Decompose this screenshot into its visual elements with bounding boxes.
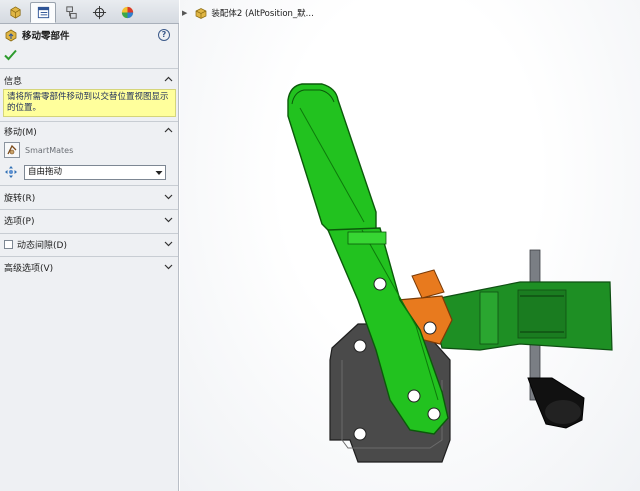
rotate-section-header[interactable]: 旋转(R): [4, 189, 176, 205]
crosshair-icon: [92, 5, 106, 20]
dynamic-clearance-label: 动态间隙(D): [17, 240, 67, 251]
configuration-icon: [65, 6, 77, 19]
property-manager-header: 移动零部件 ?: [0, 25, 178, 45]
move-mode-dropdown[interactable]: 自由拖动: [24, 164, 166, 180]
move-section-label: 移动(M): [4, 127, 37, 138]
feature-manager-tab[interactable]: [2, 2, 28, 23]
manager-tab-bar: [0, 0, 179, 24]
move-section-header[interactable]: 移动(M): [4, 123, 176, 139]
dynamic-clearance-checkbox[interactable]: [4, 239, 13, 249]
chevron-up-icon: [164, 127, 173, 133]
properties-icon: [37, 6, 49, 19]
divider: [0, 209, 178, 210]
page-title: 移动零部件: [22, 31, 70, 42]
graphics-area[interactable]: ▶ 装配体2 (AltPosition_默...: [180, 0, 640, 491]
move-mode-value: 自由拖动: [28, 166, 63, 177]
divider: [0, 233, 178, 234]
chevron-down-icon: [164, 217, 173, 223]
smartmates-button[interactable]: [4, 142, 20, 158]
configuration-manager-tab[interactable]: [58, 2, 84, 23]
property-manager-panel: 移动零部件 ? 信息 请将所需零部件移动到以交替位置视图显示的位置。 移动(M)…: [0, 0, 179, 491]
dimxpert-tab[interactable]: [86, 2, 112, 23]
divider: [0, 256, 178, 257]
assembly-icon: [9, 6, 21, 19]
divider: [0, 68, 178, 69]
divider: [0, 121, 178, 122]
smartmates-icon: [7, 144, 17, 155]
info-message-box: 请将所需零部件移动到以交替位置视图显示的位置。: [3, 89, 176, 117]
clamp-arm[interactable]: [429, 281, 613, 351]
smartmates-row: SmartMates: [4, 141, 73, 159]
smartmates-label: SmartMates: [25, 145, 74, 155]
chevron-down-icon: [164, 241, 173, 247]
pressure-tip[interactable]: [527, 377, 585, 429]
chevron-down-icon: [164, 194, 173, 200]
help-icon[interactable]: ?: [158, 29, 170, 41]
move-component-icon: [5, 29, 17, 42]
move-mode-row: 自由拖动: [4, 163, 166, 181]
advanced-section-label: 高级选项(V): [4, 263, 54, 274]
chevron-up-icon: [164, 76, 173, 82]
toggle-clamp-model[interactable]: [180, 0, 640, 491]
property-manager-tab[interactable]: [30, 2, 56, 23]
advanced-section-header[interactable]: 高级选项(V): [4, 259, 176, 275]
chevron-down-icon: [164, 264, 173, 270]
appearance-icon: [121, 6, 133, 19]
options-section-label: 选项(P): [4, 216, 35, 227]
rotate-section-label: 旋转(R): [4, 193, 36, 204]
chevron-down-icon: [155, 170, 163, 175]
dynamic-clearance-section-header[interactable]: 动态间隙(D): [4, 236, 176, 252]
display-manager-tab[interactable]: [114, 2, 140, 23]
options-section-header[interactable]: 选项(P): [4, 212, 176, 228]
ok-checkmark-icon[interactable]: [4, 49, 17, 61]
info-section-label: 信息: [4, 76, 23, 87]
info-section-header[interactable]: 信息: [4, 72, 176, 88]
divider: [0, 185, 178, 186]
move-arrows-icon: [5, 166, 17, 178]
